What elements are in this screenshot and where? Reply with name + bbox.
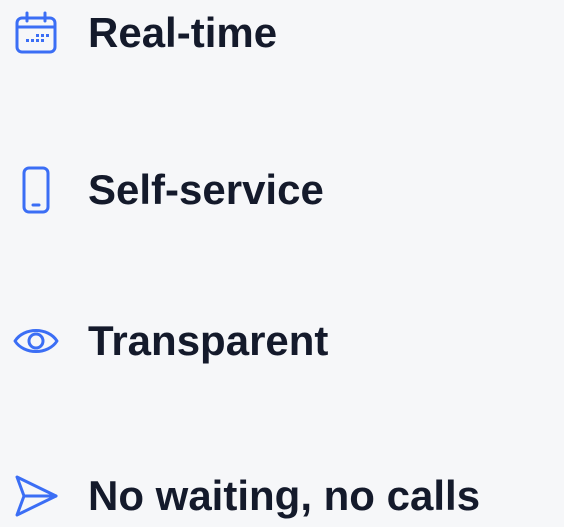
eye-icon bbox=[12, 317, 60, 365]
smartphone-icon bbox=[12, 166, 60, 214]
feature-self-service: Self-service bbox=[12, 162, 324, 218]
send-icon bbox=[12, 472, 60, 520]
feature-label: Real-time bbox=[88, 9, 278, 56]
feature-real-time: Real-time bbox=[12, 5, 277, 61]
feature-list: Real-time Self-service Transparent No wa… bbox=[0, 0, 564, 527]
feature-label: Self-service bbox=[88, 166, 324, 213]
feature-label: No waiting, no calls bbox=[88, 472, 481, 519]
feature-no-waiting: No waiting, no calls bbox=[12, 468, 480, 524]
feature-transparent: Transparent bbox=[12, 313, 328, 369]
feature-label: Transparent bbox=[88, 317, 329, 364]
calendar-icon bbox=[12, 9, 60, 57]
